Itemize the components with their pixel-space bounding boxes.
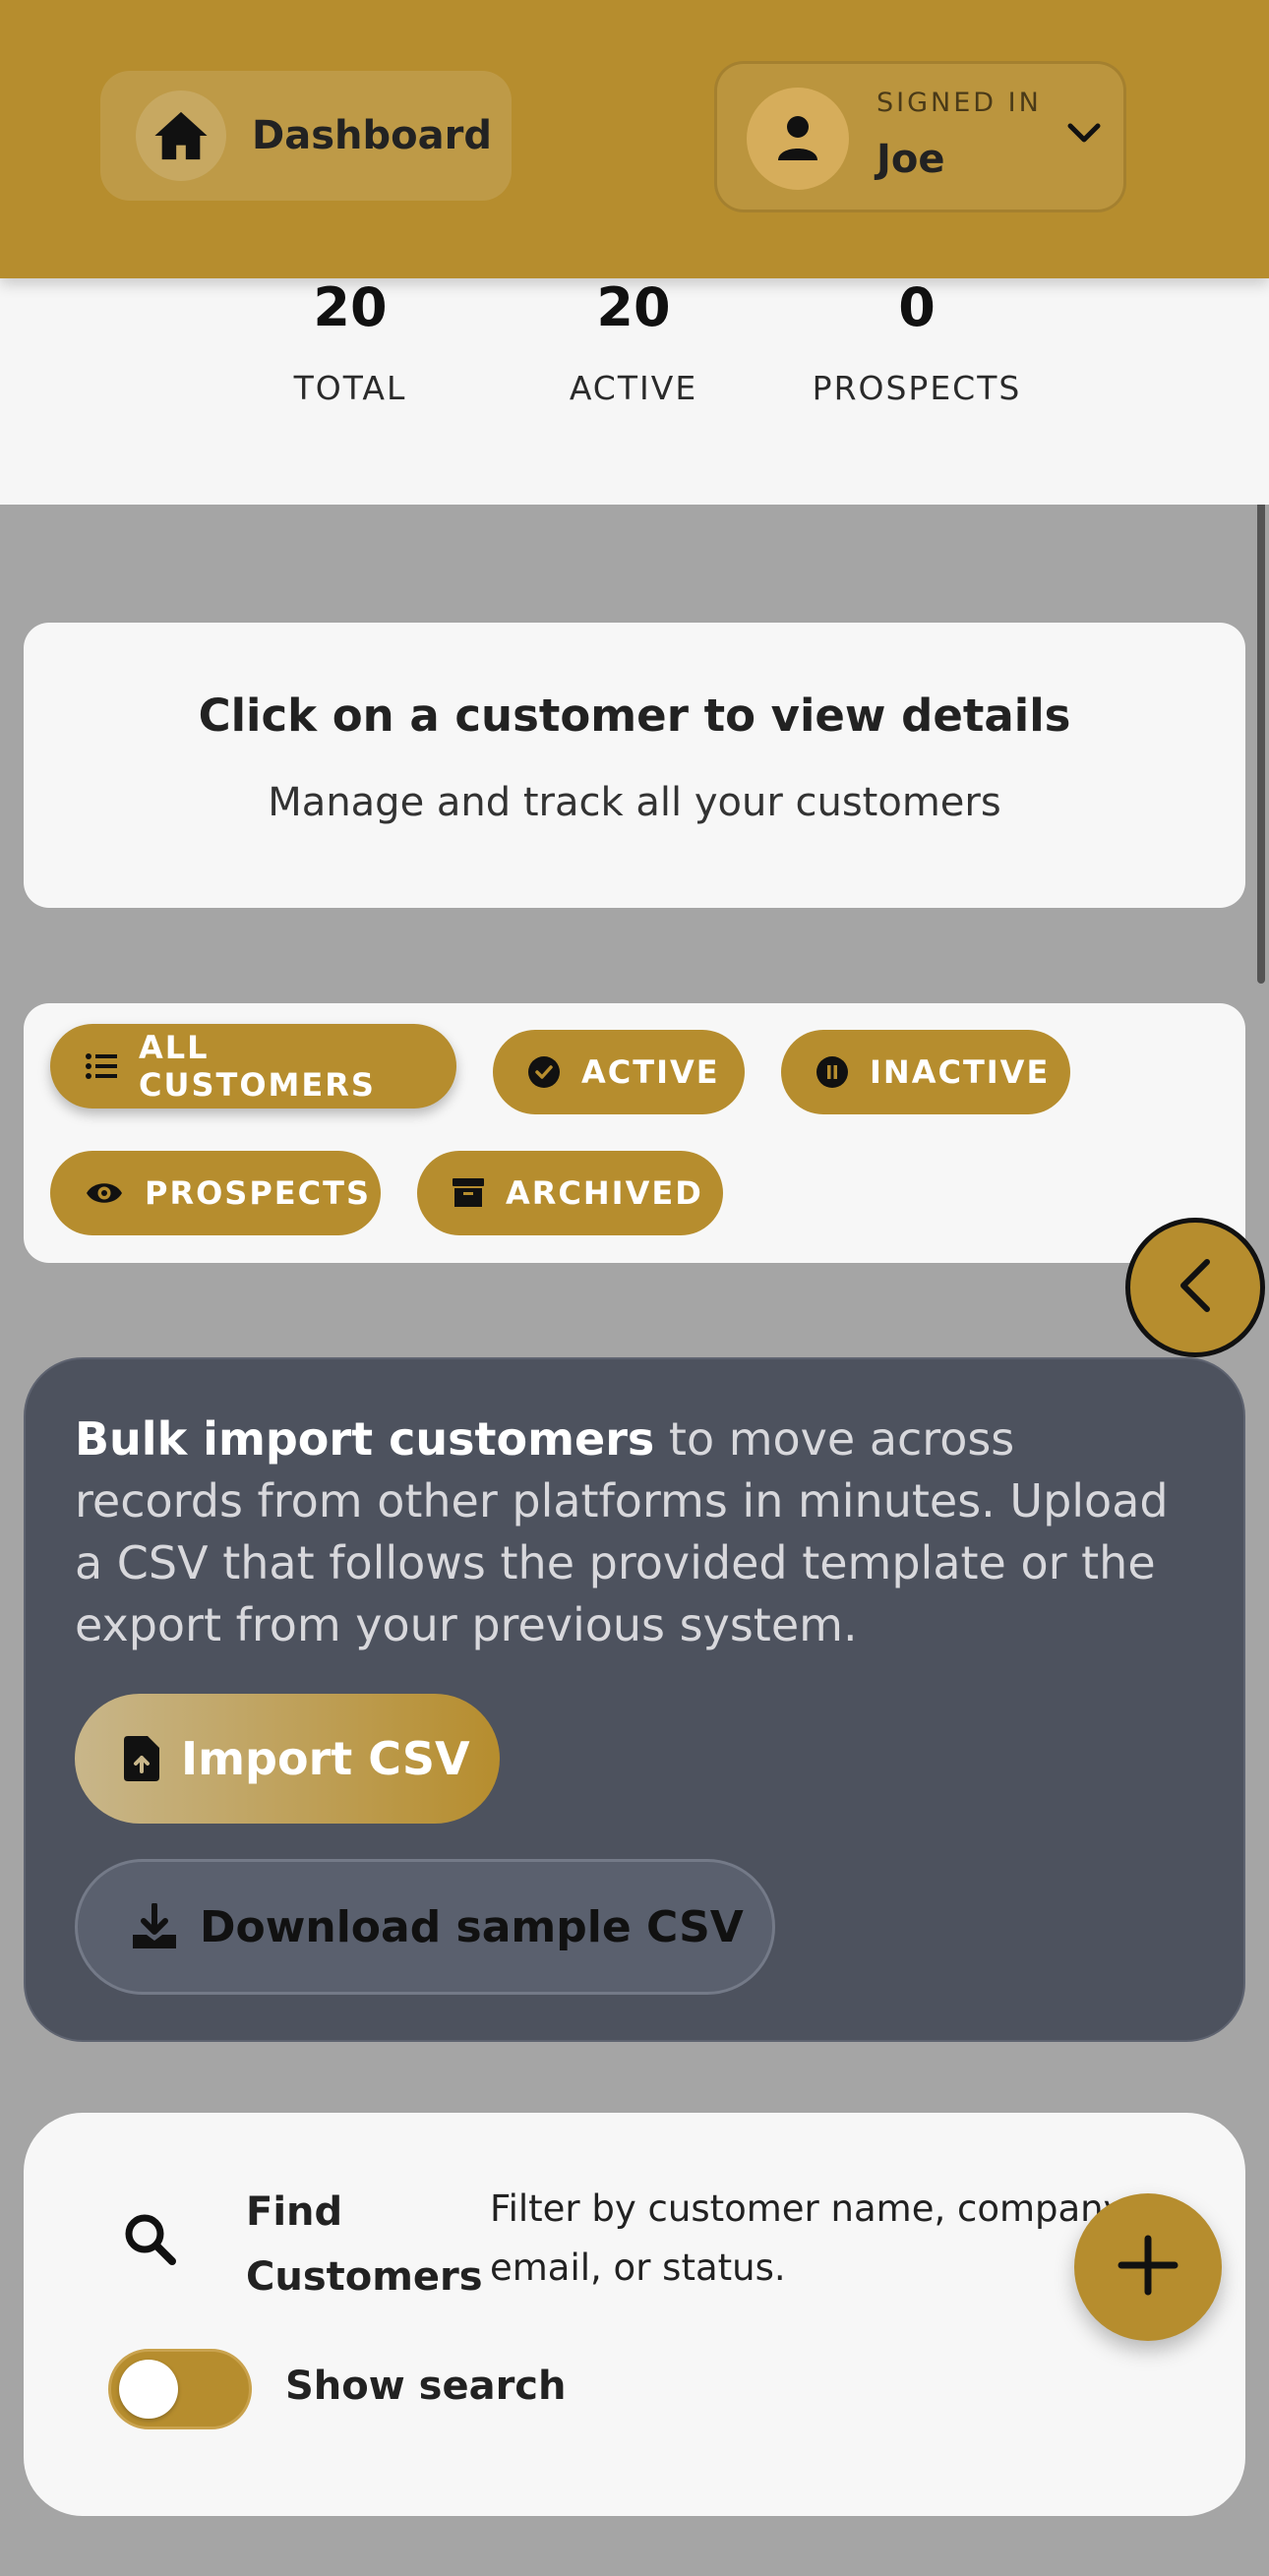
info-subtitle: Manage and track all your customers — [268, 780, 1001, 825]
stat-label: ACTIVE — [569, 369, 698, 407]
stat-total: 20 TOTAL — [222, 276, 478, 408]
filter-inactive[interactable]: INACTIVE — [781, 1030, 1070, 1114]
filter-active[interactable]: ACTIVE — [493, 1030, 745, 1114]
stat-prospects: 0 PROSPECTS — [789, 276, 1045, 408]
bulk-import-heading: Bulk import customers — [75, 1412, 655, 1466]
plus-icon — [1118, 2235, 1178, 2300]
filter-card: ALL CUSTOMERS ACTIVE INACTIVE PROSPECTS … — [24, 1003, 1245, 1263]
stat-value: 20 — [313, 276, 388, 338]
check-circle-icon — [528, 1056, 560, 1088]
info-title: Click on a customer to view details — [198, 689, 1071, 742]
show-search-toggle[interactable] — [108, 2349, 252, 2429]
stat-value: 20 — [596, 276, 671, 338]
dashboard-label: Dashboard — [252, 113, 492, 158]
user-name: Joe — [876, 137, 945, 182]
bulk-import-description: Bulk import customers to move across rec… — [75, 1408, 1196, 1656]
list-icon — [86, 1052, 117, 1080]
pause-circle-icon — [816, 1056, 848, 1088]
info-card: Click on a customer to view details Mana… — [24, 623, 1245, 908]
download-sample-label: Download sample CSV — [200, 1901, 744, 1952]
show-search-label: Show search — [285, 2364, 567, 2409]
eye-icon — [86, 1179, 123, 1207]
bulk-import-card: Bulk import customers to move across rec… — [24, 1357, 1245, 2042]
stat-label: PROSPECTS — [812, 369, 1022, 407]
chevron-down-icon — [1066, 121, 1102, 149]
archive-box-icon — [453, 1178, 484, 1208]
filter-label: ACTIVE — [581, 1053, 720, 1091]
filter-prospects[interactable]: PROSPECTS — [50, 1151, 381, 1235]
download-icon — [131, 1903, 178, 1950]
import-csv-button[interactable]: Import CSV — [75, 1694, 500, 1824]
stat-label: TOTAL — [293, 369, 407, 407]
filter-label: ARCHIVED — [506, 1174, 703, 1212]
app-header: Dashboard SIGNED IN Joe — [0, 0, 1269, 278]
filter-label: PROSPECTS — [145, 1174, 372, 1212]
stat-active: 20 ACTIVE — [506, 276, 761, 408]
filter-label: INACTIVE — [870, 1053, 1051, 1091]
dashboard-button[interactable]: Dashboard — [100, 71, 512, 201]
home-icon — [136, 90, 226, 181]
search-icon — [122, 2211, 177, 2270]
filter-all-customers[interactable]: ALL CUSTOMERS — [50, 1024, 456, 1108]
stats-panel: 20 TOTAL 20 ACTIVE 0 PROSPECTS — [0, 278, 1269, 505]
add-customer-button[interactable] — [1074, 2193, 1222, 2341]
collapse-sidebar-button[interactable] — [1125, 1218, 1265, 1357]
chevron-left-icon — [1176, 1256, 1215, 1319]
find-customers-card: Find Customers Filter by customer name, … — [24, 2113, 1245, 2516]
user-avatar-icon — [747, 88, 849, 190]
download-sample-csv-button[interactable]: Download sample CSV — [75, 1859, 775, 1995]
find-customers-title: Find Customers — [246, 2189, 483, 2300]
stat-value: 0 — [898, 276, 936, 338]
import-csv-label: Import CSV — [181, 1732, 470, 1785]
signed-in-label: SIGNED IN — [876, 88, 1042, 118]
file-upload-icon — [124, 1736, 159, 1781]
toggle-knob — [119, 2360, 178, 2419]
filter-archived[interactable]: ARCHIVED — [417, 1151, 723, 1235]
user-menu-button[interactable]: SIGNED IN Joe — [714, 61, 1126, 212]
filter-label: ALL CUSTOMERS — [139, 1029, 376, 1104]
